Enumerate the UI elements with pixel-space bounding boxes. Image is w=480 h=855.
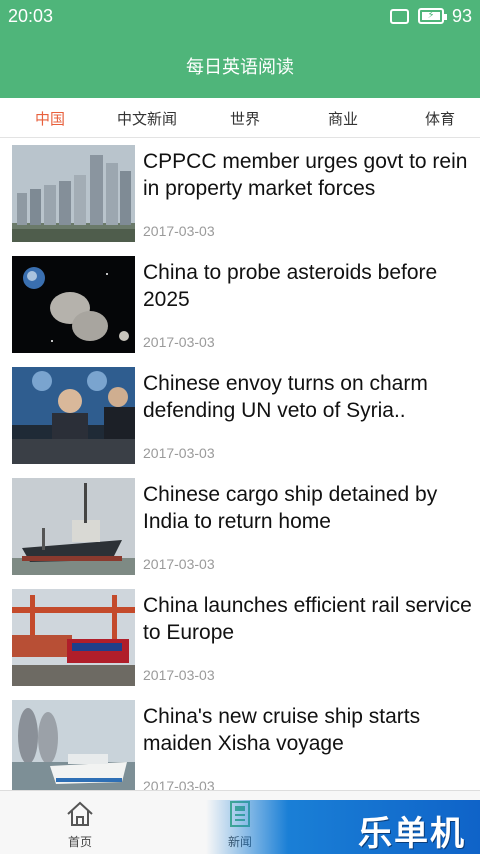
cargo-ship-image (12, 478, 135, 575)
article-title[interactable]: China's new cruise ship starts maiden Xi… (143, 703, 473, 757)
article-title[interactable]: China to probe asteroids before 2025 (143, 259, 473, 313)
home-icon (67, 801, 93, 826)
article-item[interactable]: Chinese envoy turns on charm defending U… (0, 360, 480, 471)
article-title[interactable]: Chinese envoy turns on charm defending U… (143, 370, 473, 424)
message-notification-icon (390, 9, 409, 24)
watermark-text: 乐单机 (358, 814, 466, 854)
article-date: 2017-03-03 (143, 334, 215, 350)
article-item[interactable]: China launches efficient rail service to… (0, 582, 480, 693)
app-title: 每日英语阅读 (186, 57, 294, 78)
article-item[interactable]: China to probe asteroids before 2025 201… (0, 249, 480, 360)
app-bar: 每日英语阅读 (0, 34, 480, 98)
article-date: 2017-03-03 (143, 223, 215, 239)
nav-home-label: 首页 (67, 835, 92, 849)
article-date: 2017-03-03 (143, 778, 215, 790)
un-meeting-image (12, 367, 135, 464)
city-skyline-image (12, 145, 135, 242)
article-date: 2017-03-03 (143, 445, 215, 461)
battery-icon: ⚡ (418, 8, 447, 24)
article-date: 2017-03-03 (143, 667, 215, 683)
article-title[interactable]: Chinese cargo ship detained by India to … (143, 481, 473, 535)
freight-train-image (12, 589, 135, 686)
asteroid-space-image (12, 256, 135, 353)
tab-business[interactable]: 商业 (328, 108, 358, 129)
status-time: 20:03 (8, 6, 54, 26)
tab-world[interactable]: 世界 (230, 108, 260, 129)
tab-china[interactable]: 中国 (35, 108, 65, 129)
article-date: 2017-03-03 (143, 556, 215, 572)
site-watermark: 乐单机 (206, 800, 480, 854)
status-bar: 20:03 ⚡ 93 (0, 0, 480, 34)
article-title[interactable]: China launches efficient rail service to… (143, 592, 473, 646)
category-tabs: 中国 中文新闻 世界 商业 体育 (0, 98, 480, 138)
article-title[interactable]: CPPCC member urges govt to rein in prope… (143, 148, 473, 202)
battery-percent: 93 (452, 6, 473, 26)
tab-sports[interactable]: 体育 (425, 108, 455, 129)
article-item[interactable]: Chinese cargo ship detained by India to … (0, 471, 480, 582)
tab-chinese-news[interactable]: 中文新闻 (117, 108, 177, 129)
article-item[interactable]: CPPCC member urges govt to rein in prope… (0, 138, 480, 249)
nav-home[interactable]: 首页 (30, 791, 130, 855)
cruise-ship-image (12, 700, 135, 790)
article-list[interactable]: CPPCC member urges govt to rein in prope… (0, 138, 480, 790)
article-item[interactable]: China's new cruise ship starts maiden Xi… (0, 693, 480, 790)
